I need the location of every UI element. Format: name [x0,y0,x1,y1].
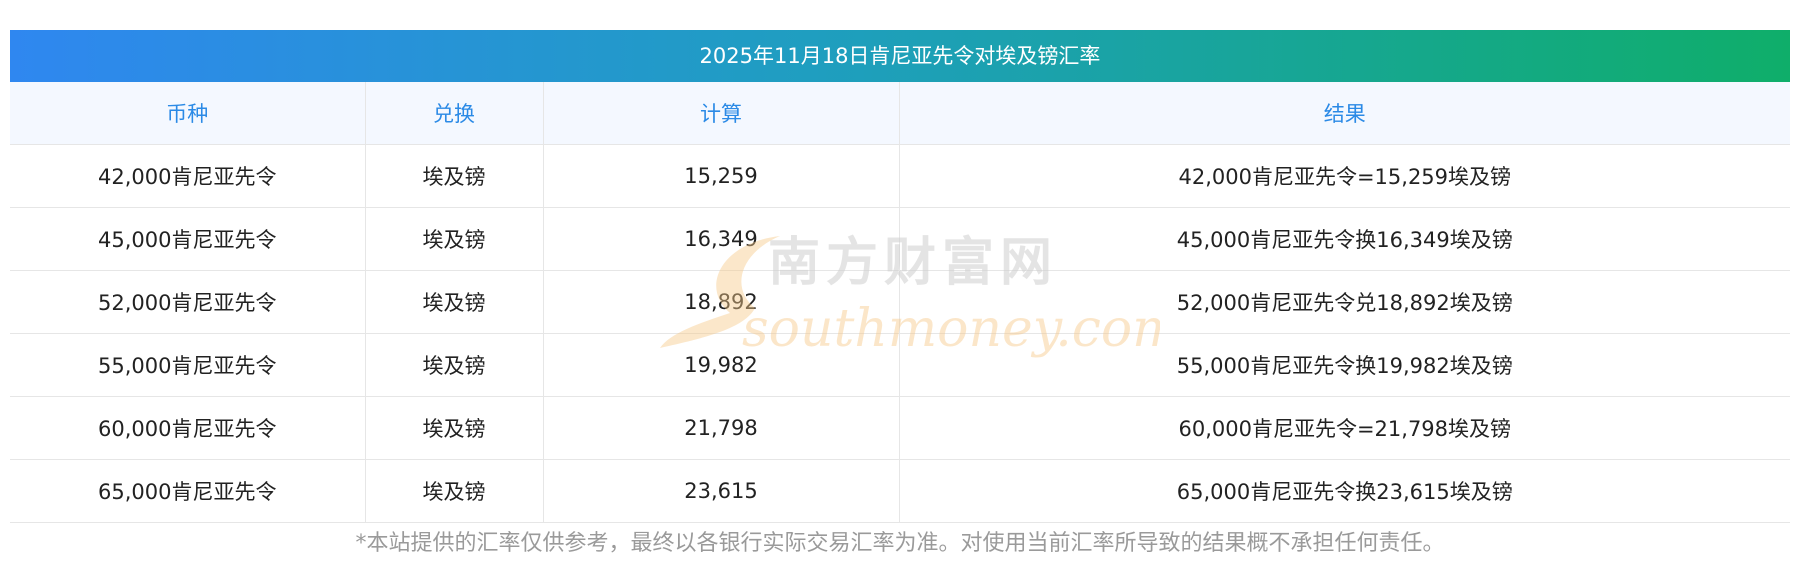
cell-currency: 52,000肯尼亚先令 [10,270,366,334]
disclaimer-text: *本站提供的汇率仅供参考，最终以各银行实际交易汇率为准。对使用当前汇率所导致的结… [355,531,1445,556]
table-row: 52,000肯尼亚先令 埃及镑 18,892 52,000肯尼亚先令兑18,89… [10,270,1790,334]
rate-table-container: 2025年11月18日肯尼亚先令对埃及镑汇率 币种 兑换 计算 结果 42,00… [10,30,1790,523]
cell-target: 埃及镑 [365,459,544,523]
table-row: 60,000肯尼亚先令 埃及镑 21,798 60,000肯尼亚先令=21,79… [10,396,1790,460]
cell-target: 埃及镑 [365,144,544,208]
cell-calc: 16,349 [543,207,900,271]
cell-result: 42,000肯尼亚先令=15,259埃及镑 [899,144,1790,208]
cell-calc: 23,615 [543,459,900,523]
cell-currency: 65,000肯尼亚先令 [10,459,366,523]
cell-currency: 42,000肯尼亚先令 [10,144,366,208]
table-row: 42,000肯尼亚先令 埃及镑 15,259 42,000肯尼亚先令=15,25… [10,144,1790,208]
cell-calc: 15,259 [543,144,900,208]
cell-result: 45,000肯尼亚先令换16,349埃及镑 [899,207,1790,271]
cell-target: 埃及镑 [365,207,544,271]
header-currency: 币种 [10,82,366,145]
header-result: 结果 [899,82,1790,145]
cell-result: 52,000肯尼亚先令兑18,892埃及镑 [899,270,1790,334]
table-row: 55,000肯尼亚先令 埃及镑 19,982 55,000肯尼亚先令换19,98… [10,333,1790,397]
cell-result: 65,000肯尼亚先令换23,615埃及镑 [899,459,1790,523]
header-exchange: 兑换 [365,82,544,145]
cell-calc: 21,798 [543,396,900,460]
cell-result: 55,000肯尼亚先令换19,982埃及镑 [899,333,1790,397]
table-title: 2025年11月18日肯尼亚先令对埃及镑汇率 [10,30,1790,82]
cell-calc: 18,892 [543,270,900,334]
header-calc: 计算 [543,82,900,145]
cell-currency: 60,000肯尼亚先令 [10,396,366,460]
cell-target: 埃及镑 [365,396,544,460]
cell-currency: 45,000肯尼亚先令 [10,207,366,271]
table-header-row: 币种 兑换 计算 结果 [10,82,1790,145]
cell-calc: 19,982 [543,333,900,397]
cell-target: 埃及镑 [365,333,544,397]
cell-currency: 55,000肯尼亚先令 [10,333,366,397]
table-row: 65,000肯尼亚先令 埃及镑 23,615 65,000肯尼亚先令换23,61… [10,459,1790,523]
exchange-rate-table: 币种 兑换 计算 结果 42,000肯尼亚先令 埃及镑 15,259 42,00… [10,82,1790,523]
table-row: 45,000肯尼亚先令 埃及镑 16,349 45,000肯尼亚先令换16,34… [10,207,1790,271]
cell-target: 埃及镑 [365,270,544,334]
cell-result: 60,000肯尼亚先令=21,798埃及镑 [899,396,1790,460]
